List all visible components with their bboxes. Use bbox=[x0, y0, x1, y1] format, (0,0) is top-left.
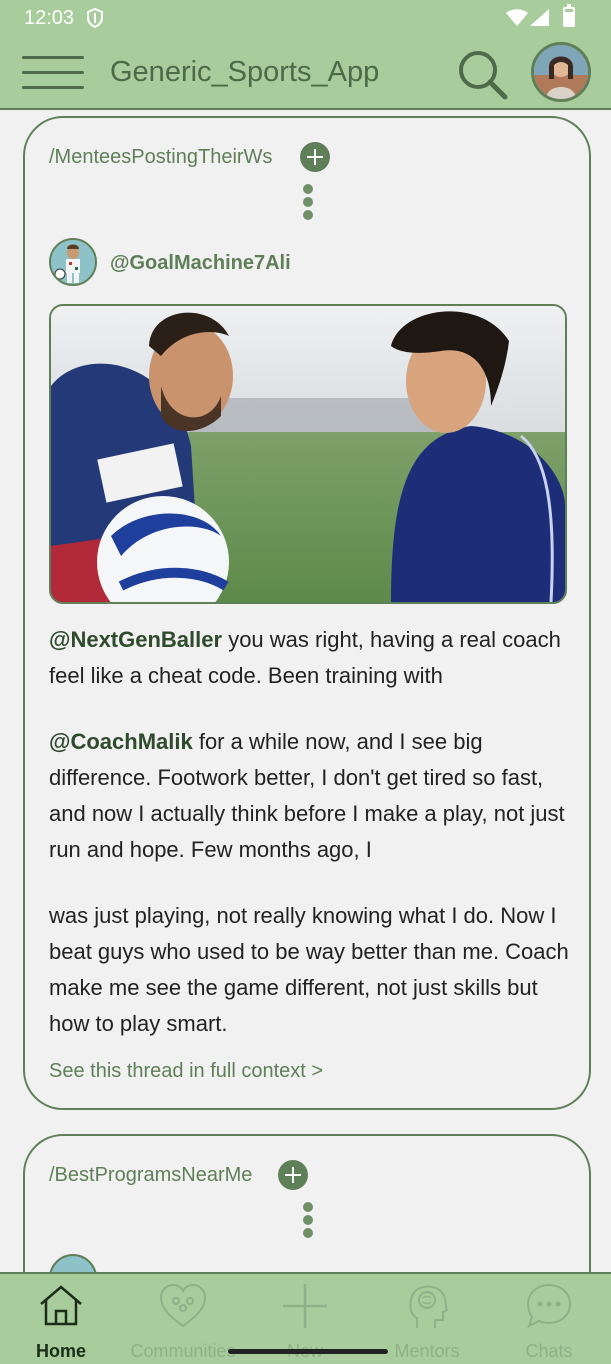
more-options-icon[interactable] bbox=[301, 1202, 315, 1242]
status-bar: 12:03 bbox=[0, 0, 611, 36]
nav-chats[interactable]: Chats bbox=[488, 1274, 610, 1364]
more-options-icon[interactable] bbox=[301, 184, 315, 224]
post-card: /MenteesPostingTheirWs @GoalMachine7Ali bbox=[23, 116, 591, 1110]
author-avatar[interactable] bbox=[49, 1254, 97, 1272]
join-community-plus-icon[interactable] bbox=[300, 142, 330, 172]
nav-label: Home bbox=[35, 1341, 86, 1361]
plus-icon bbox=[283, 1284, 327, 1328]
home-icon bbox=[40, 1285, 82, 1326]
see-full-thread-link[interactable]: See this thread in full context > bbox=[49, 1060, 323, 1083]
nav-communities[interactable]: Communities bbox=[122, 1274, 244, 1364]
heart-people-icon bbox=[159, 1283, 207, 1328]
mention-link[interactable]: @CoachMalik bbox=[49, 729, 193, 754]
feed: /MenteesPostingTheirWs @GoalMachine7Ali bbox=[0, 110, 611, 1272]
shield-icon bbox=[87, 8, 103, 28]
author-avatar[interactable] bbox=[49, 238, 97, 286]
search-icon[interactable] bbox=[454, 46, 510, 102]
wifi-icon bbox=[506, 9, 528, 26]
profile-avatar[interactable] bbox=[531, 42, 591, 102]
post-paragraph: @NextGenBaller you was right, having a r… bbox=[49, 627, 561, 688]
nav-home[interactable]: Home bbox=[0, 1274, 122, 1364]
signal-icon bbox=[530, 9, 549, 26]
community-tag[interactable]: /BestProgramsNearMe bbox=[49, 1164, 252, 1187]
join-community-plus-icon[interactable] bbox=[278, 1160, 308, 1190]
post-card: /BestProgramsNearMe bbox=[23, 1134, 591, 1272]
nav-label: Chats bbox=[525, 1341, 573, 1361]
post-photo[interactable] bbox=[49, 304, 567, 604]
post-paragraph: @CoachMalik for a while now, and I see b… bbox=[49, 729, 565, 862]
mention-link[interactable]: @NextGenBaller bbox=[49, 627, 222, 652]
community-tag[interactable]: /MenteesPostingTheirWs bbox=[49, 146, 272, 169]
app-title: Generic_Sports_App bbox=[110, 56, 380, 88]
author-username[interactable]: @GoalMachine7Ali bbox=[110, 252, 291, 275]
status-time: 12:03 bbox=[24, 7, 75, 29]
brain-head-icon bbox=[409, 1285, 449, 1328]
chat-bubble-icon bbox=[526, 1283, 572, 1328]
battery-icon bbox=[563, 4, 575, 27]
app-bar: Generic_Sports_App bbox=[0, 36, 611, 110]
home-indicator[interactable] bbox=[228, 1349, 388, 1354]
menu-icon[interactable] bbox=[22, 54, 86, 90]
post-paragraph: was just playing, not really knowing wha… bbox=[49, 903, 569, 1036]
nav-label: Communities bbox=[130, 1341, 236, 1361]
